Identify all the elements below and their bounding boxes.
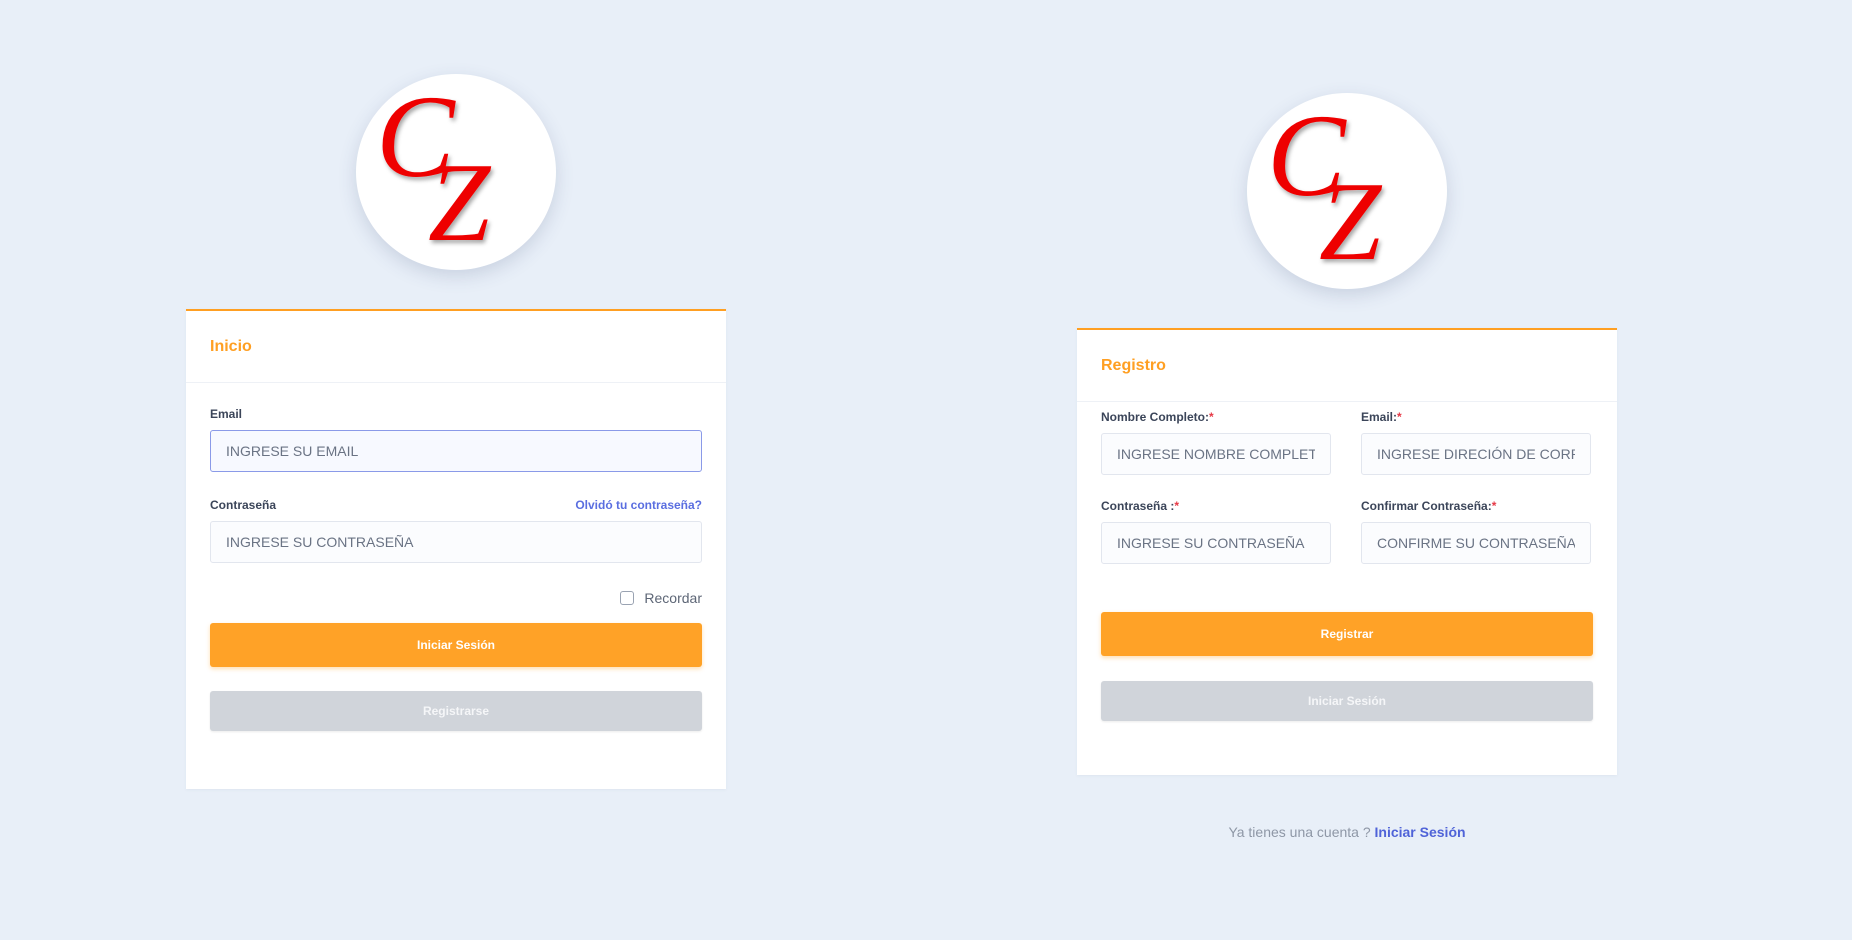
login-card: Inicio Email Contraseña Olvidó tu contra…: [186, 309, 726, 789]
logo-cz-icon: C Z: [1267, 93, 1383, 284]
forgot-password-link[interactable]: Olvidó tu contraseña?: [575, 498, 702, 512]
register-fields-grid: Nombre Completo:* Email:* Contraseña :*: [1101, 410, 1593, 588]
footer-login-link[interactable]: Iniciar Sesión: [1375, 824, 1466, 840]
have-account-text: Ya tienes una cuenta ?: [1228, 824, 1371, 840]
password-label: Contraseña: [210, 498, 277, 512]
email-label: Email: [210, 407, 243, 421]
login-submit-button[interactable]: Iniciar Sesión: [210, 623, 702, 667]
register-password-field-group: Contraseña :*: [1101, 499, 1331, 564]
login-title: Inicio: [210, 337, 252, 355]
have-account-footer: Ya tienes una cuenta ? Iniciar Sesión: [1077, 824, 1617, 840]
login-form: Email Contraseña Olvidó tu contraseña? R…: [186, 383, 726, 755]
email-input[interactable]: [210, 430, 702, 472]
register-card: Registro Nombre Completo:* Email:*: [1077, 328, 1617, 775]
brand-logo: C Z: [356, 74, 556, 270]
email-field-group: Email: [210, 407, 702, 472]
register-email-label: Email:*: [1361, 410, 1402, 424]
fullname-label: Nombre Completo:*: [1101, 410, 1214, 424]
register-email-input[interactable]: [1361, 433, 1591, 475]
remember-label[interactable]: Recordar: [644, 590, 702, 606]
svg-text:Z: Z: [1319, 160, 1383, 284]
register-submit-button[interactable]: Registrar: [1101, 612, 1593, 656]
register-password-input[interactable]: [1101, 522, 1331, 564]
register-email-field-group: Email:*: [1361, 410, 1591, 475]
brand-logo: C Z: [1247, 93, 1447, 289]
go-register-button[interactable]: Registrarse: [210, 691, 702, 731]
logo-cz-icon: C Z: [376, 74, 492, 265]
login-card-header: Inicio: [186, 311, 726, 383]
register-card-header: Registro: [1077, 330, 1617, 402]
register-password-label: Contraseña :*: [1101, 499, 1180, 513]
fullname-input[interactable]: [1101, 433, 1331, 475]
password-field-group: Contraseña Olvidó tu contraseña?: [210, 498, 702, 563]
fullname-field-group: Nombre Completo:*: [1101, 410, 1331, 475]
register-form: Nombre Completo:* Email:* Contraseña :*: [1077, 402, 1617, 745]
confirm-password-field-group: Confirmar Contraseña:*: [1361, 499, 1591, 564]
confirm-password-input[interactable]: [1361, 522, 1591, 564]
register-title: Registro: [1101, 356, 1166, 374]
svg-text:Z: Z: [428, 141, 492, 265]
password-input[interactable]: [210, 521, 702, 563]
confirm-password-label: Confirmar Contraseña:*: [1361, 499, 1497, 513]
go-login-button[interactable]: Iniciar Sesión: [1101, 681, 1593, 721]
remember-checkbox[interactable]: [620, 591, 635, 605]
remember-row: Recordar: [210, 587, 702, 609]
